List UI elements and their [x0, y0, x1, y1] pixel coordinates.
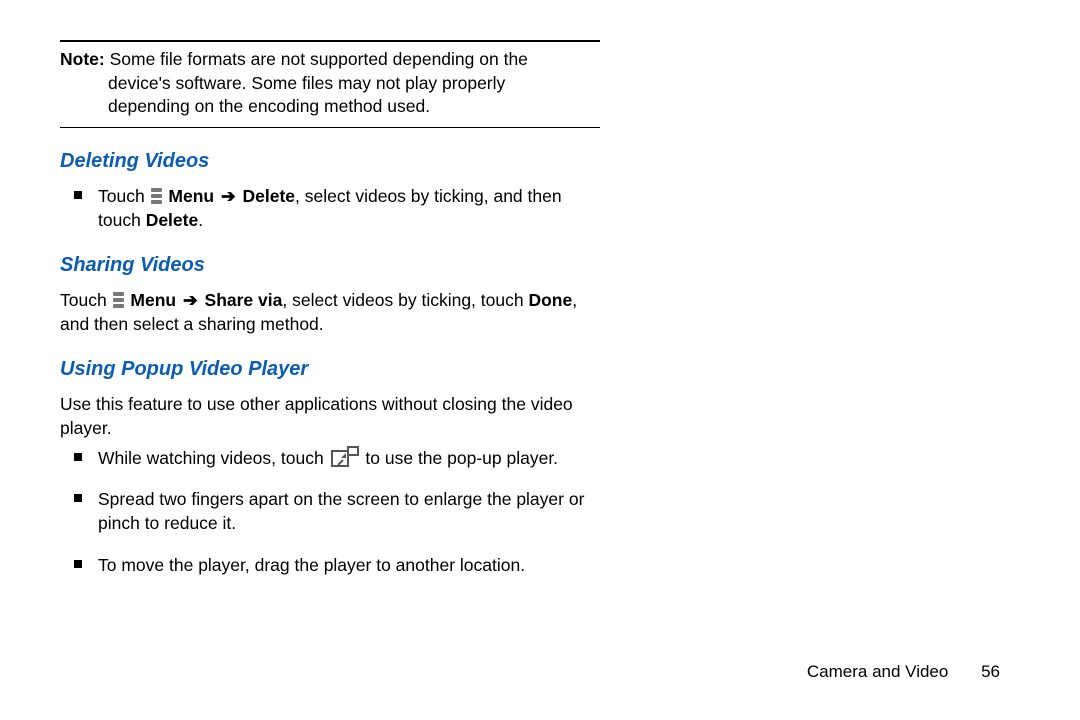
- note-block: Note: Some file formats are not supporte…: [60, 42, 600, 127]
- arrow-icon: ➔: [181, 290, 200, 310]
- list-item: Touch Menu ➔ Delete, select videos by ti…: [98, 185, 600, 232]
- text-b3: To move the player, drag the player to a…: [98, 555, 525, 575]
- text-delete-2: Delete: [146, 210, 199, 230]
- footer-section: Camera and Video: [807, 662, 948, 681]
- popup-player-icon: [331, 448, 359, 468]
- list-item: Spread two fingers apart on the screen t…: [98, 488, 600, 535]
- text-rest1: , select videos by ticking, touch: [282, 290, 528, 310]
- heading-deleting-videos: Deleting Videos: [60, 150, 600, 173]
- footer-page-number: 56: [981, 662, 1000, 682]
- note-text-line2: device's software. Some files may not pl…: [60, 72, 600, 96]
- text-touch: Touch: [60, 290, 112, 310]
- content-column: Note: Some file formats are not supporte…: [60, 40, 600, 577]
- heading-sharing-videos: Sharing Videos: [60, 254, 600, 277]
- divider-bottom: [60, 127, 600, 128]
- menu-icon: [113, 292, 124, 308]
- heading-popup-player: Using Popup Video Player: [60, 358, 600, 381]
- popup-list: While watching videos, touch to use the …: [60, 447, 600, 578]
- text-delete: Delete: [238, 186, 295, 206]
- text-menu: Menu: [126, 290, 181, 310]
- sharing-paragraph: Touch Menu ➔ Share via, select videos by…: [60, 289, 600, 336]
- arrow-icon: ➔: [219, 186, 238, 206]
- page-footer: Camera and Video 56: [807, 662, 1000, 682]
- list-item: To move the player, drag the player to a…: [98, 554, 600, 578]
- note-text-line3: depending on the encoding method used.: [60, 95, 600, 119]
- note-label: Note:: [60, 49, 105, 69]
- deleting-list: Touch Menu ➔ Delete, select videos by ti…: [60, 185, 600, 232]
- menu-icon: [151, 188, 162, 204]
- note-text-line1: Some file formats are not supported depe…: [105, 49, 528, 69]
- text-b1-pre: While watching videos, touch: [98, 448, 329, 468]
- manual-page: Note: Some file formats are not supporte…: [0, 0, 1080, 720]
- text-menu: Menu: [164, 186, 219, 206]
- text-period: .: [198, 210, 203, 230]
- text-b1-post: to use the pop-up player.: [361, 448, 559, 468]
- text-b2: Spread two fingers apart on the screen t…: [98, 489, 584, 533]
- text-touch: Touch: [98, 186, 150, 206]
- list-item: While watching videos, touch to use the …: [98, 447, 600, 471]
- popup-intro: Use this feature to use other applicatio…: [60, 393, 600, 440]
- text-done: Done: [528, 290, 572, 310]
- text-share-via: Share via: [200, 290, 283, 310]
